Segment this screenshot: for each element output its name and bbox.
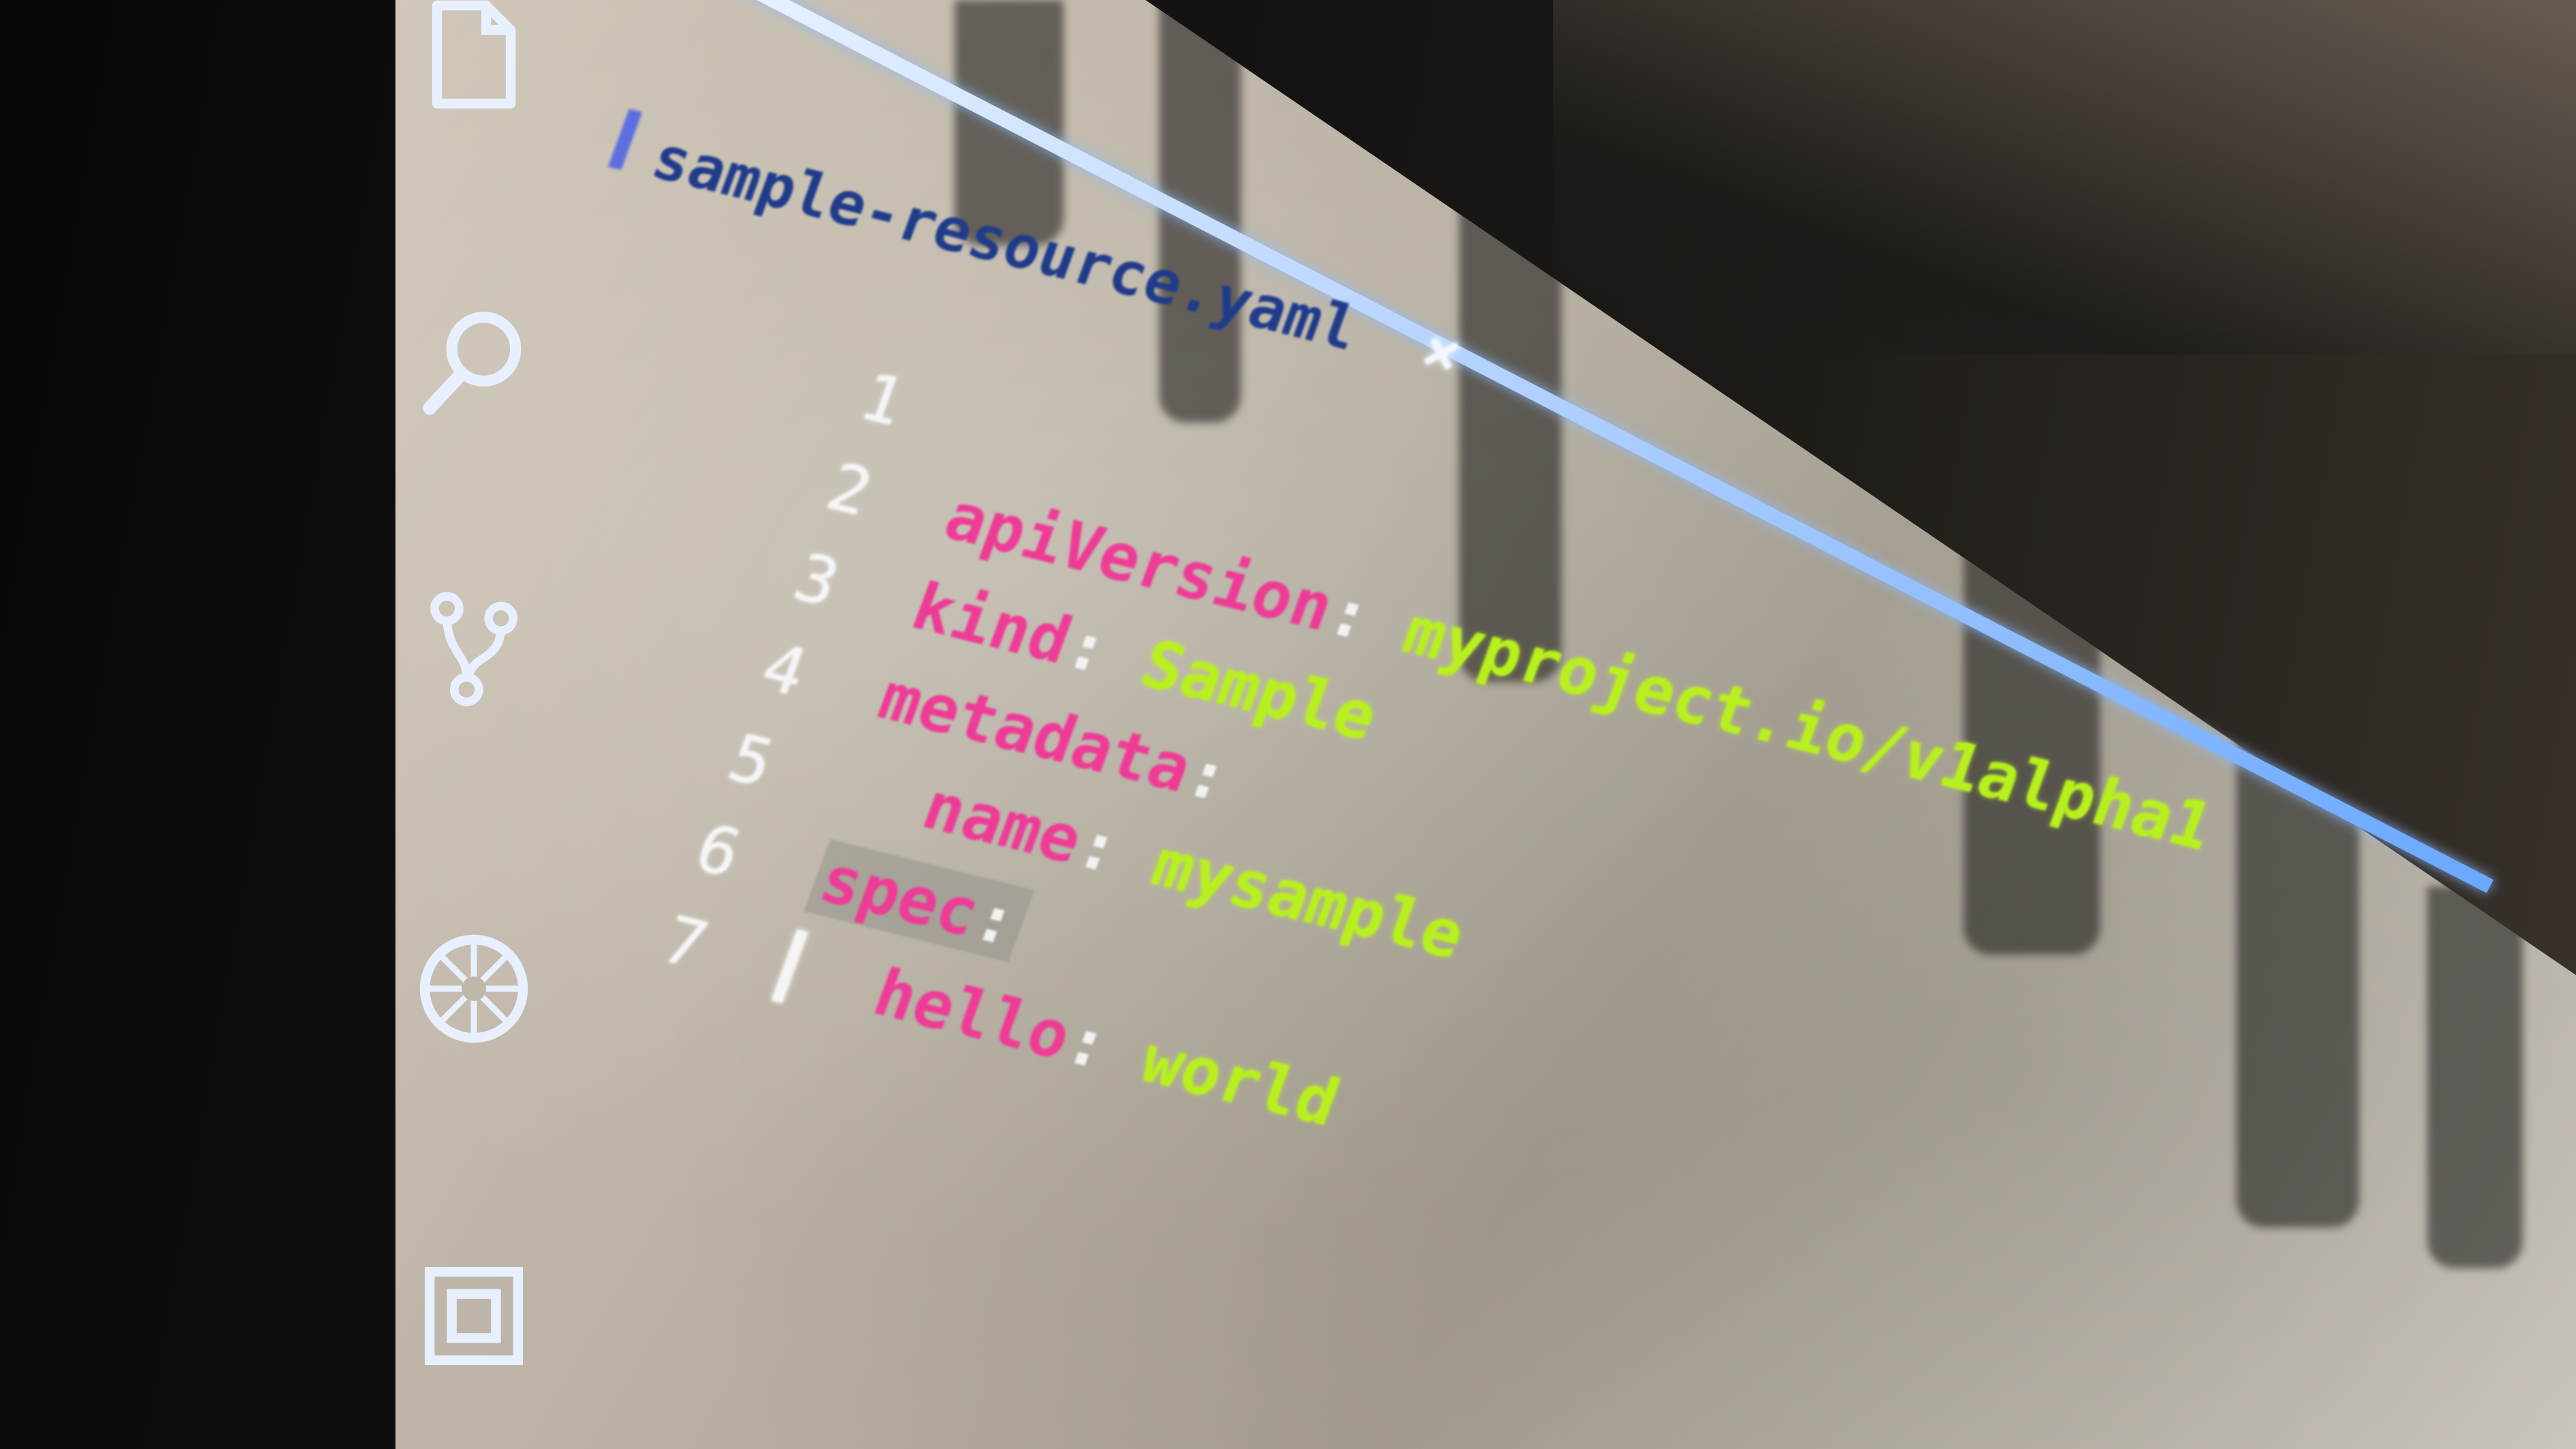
- drape-shadow: [2427, 886, 2523, 1268]
- search-icon[interactable]: [413, 300, 535, 423]
- line-number: 7: [653, 901, 717, 984]
- yaml-value: world: [1131, 1021, 1349, 1141]
- tab-close-icon[interactable]: ×: [1412, 314, 1471, 389]
- explorer-icon[interactable]: [413, 0, 535, 116]
- ceiling: [1553, 0, 2576, 355]
- yaml-value: myproject.io/v1alpha1: [1394, 593, 2223, 865]
- photo-scene: sample-resource.yaml × 1 2 apiVersion: my…: [0, 0, 2576, 1449]
- extensions-icon[interactable]: [413, 1255, 535, 1377]
- yaml-key: hello: [864, 954, 1081, 1075]
